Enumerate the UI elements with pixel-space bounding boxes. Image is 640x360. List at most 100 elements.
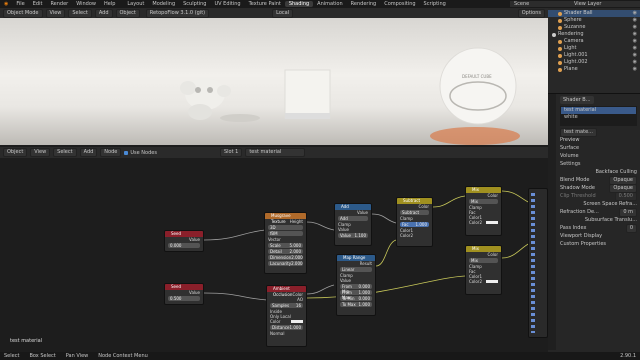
node-musgrave-scale[interactable]: Scale 5.000 [268,243,303,248]
node-subtract-fac[interactable]: Fac 1.000 [400,222,429,227]
clip-threshold-field[interactable]: 0.500 [614,191,637,201]
tab-sculpting[interactable]: Sculpting [179,1,210,7]
material-slot-item[interactable]: test material [561,107,636,114]
node-musgrave-lacunarity[interactable]: Lacunarity 2.000 [268,261,303,266]
viewport-menu-add[interactable]: Add [94,8,113,18]
node-mix-1[interactable]: Mix Color Mix Clamp Fac Color1 Color2 [465,186,502,236]
node-ao-color-swatch[interactable] [291,320,303,323]
subsurface-translucency-checkbox[interactable]: Subsurface Translu... [557,216,640,224]
node-maprange-from-max[interactable]: From Max 1.000 [340,290,372,300]
orientation-selector[interactable]: Local [272,8,294,18]
view-layer-selector[interactable]: View Layer [570,1,640,7]
viewport-menu-object[interactable]: Object [115,8,140,18]
tab-uv-editing[interactable]: UV Editing [210,1,244,7]
node-maprange-from-min[interactable]: From Min 0.000 [340,284,372,294]
node-menu-select[interactable]: Select [53,148,77,157]
visibility-eye-icon[interactable]: ◉ [633,66,640,73]
mode-selector[interactable]: Object Mode [3,8,43,18]
use-nodes-checkbox[interactable]: Use Nodes [124,150,157,156]
options-button[interactable]: Options [517,8,545,18]
properties-object-name[interactable]: Shader B... [560,96,594,104]
node-musgrave-type-select[interactable]: fBM [268,231,303,236]
tab-scripting[interactable]: Scripting [420,1,450,7]
tab-compositing[interactable]: Compositing [380,1,419,7]
viewport-menu-view[interactable]: View [45,8,66,18]
node-musgrave-dimension[interactable]: Dimension 2.000 [268,255,303,260]
node-seed2-value-field[interactable]: 0.500 [168,296,200,301]
outliner-item[interactable]: Shader Ball ◉ [548,10,640,17]
node-maprange-to-min[interactable]: To Min 0.000 [340,296,372,301]
tab-modeling[interactable]: Modeling [148,1,179,7]
outliner-item[interactable]: Light.001 ◉ [548,52,640,59]
node-subtract[interactable]: Subtract Color Subtract Clamp Fac 1.000 C… [396,197,433,247]
visibility-eye-icon[interactable]: ◉ [633,52,640,59]
node-mix1-color2-swatch[interactable] [486,221,498,224]
menu-render[interactable]: Render [46,1,72,7]
section-surface[interactable]: Surface [557,144,640,152]
node-seed[interactable]: Seed Value 0.000 [164,230,204,252]
visibility-eye-icon[interactable]: ◉ [633,45,640,52]
viewport-menu-select[interactable]: Select [68,8,92,18]
node-maprange-interp-select[interactable]: Linear [340,267,372,272]
node-add-value-field[interactable]: Value 1.100 [338,233,368,238]
visibility-eye-icon[interactable]: ◉ [633,10,640,17]
outliner-item[interactable]: Suzanne ◉ [548,24,640,31]
visibility-eye-icon[interactable]: ◉ [633,38,640,45]
menu-window[interactable]: Window [72,1,100,7]
tab-texture-paint[interactable]: Texture Paint [245,1,285,7]
visibility-eye-icon[interactable]: ◉ [633,24,640,31]
backface-culling-checkbox[interactable]: Backface Culling [557,168,640,176]
node-menu-add[interactable]: Add [79,148,98,157]
node-mix2-op-select[interactable]: Mix [469,258,498,263]
pass-index-field[interactable]: 0 [625,223,637,233]
node-seed-value-field[interactable]: 0.000 [168,243,200,248]
node-map-range[interactable]: Map Range Result Linear Clamp Value From… [336,254,376,316]
node-editor[interactable]: Seed Value 0.000 Seed Value 0.500 Musgra… [0,158,548,352]
outliner-item[interactable]: Rendering ◉ [548,31,640,38]
tab-rendering[interactable]: Rendering [347,1,381,7]
menu-file[interactable]: File [12,1,28,7]
visibility-eye-icon[interactable]: ◉ [633,59,640,66]
shader-type-selector[interactable]: Object [3,148,28,157]
node-ao-samples[interactable]: Samples 16 [270,303,303,308]
node-ambient-occlusion[interactable]: Ambient Occlusion Color AO Samples 16 Ins… [266,285,307,347]
outliner-item[interactable]: Plane ◉ [548,66,640,73]
tab-layout[interactable]: Layout [123,1,148,7]
blender-logo-icon[interactable]: ◉ [0,1,12,7]
node-menu-node[interactable]: Node [100,148,122,157]
node-mix2-color2-swatch[interactable] [486,280,498,283]
scene-selector[interactable]: Scene [510,1,570,7]
section-viewport-display[interactable]: Viewport Display [557,232,640,240]
node-subtract-op-select[interactable]: Subtract [400,210,429,215]
tab-shading[interactable]: Shading [284,1,314,7]
node-musgrave-texture[interactable]: Musgrave Texture Height 3D fBM Vector Sc… [264,212,307,274]
section-custom-properties[interactable]: Custom Properties [557,240,640,248]
slot-selector[interactable]: Slot 1 [219,148,243,157]
node-musgrave-dim-select[interactable]: 3D [268,225,303,230]
section-preview[interactable]: Preview [557,136,640,144]
outliner-item[interactable]: Light ◉ [548,45,640,52]
menu-edit[interactable]: Edit [29,1,47,7]
material-slot-item[interactable]: white [561,114,636,121]
outliner-item[interactable]: Camera ◉ [548,38,640,45]
node-mix1-op-select[interactable]: Mix [469,199,498,204]
addon-file-label[interactable]: RetopoFlow 3.1.0 (git) [145,8,210,18]
outliner-item[interactable]: Light.002 ◉ [548,59,640,66]
outliner-item[interactable]: Sphere ◉ [548,17,640,24]
tab-animation[interactable]: Animation [313,1,347,7]
node-menu-view[interactable]: View [30,148,51,157]
section-volume[interactable]: Volume [557,152,640,160]
3d-viewport[interactable]: DEFAULT CUBE [0,18,548,145]
node-add[interactable]: Add Value Add Clamp Value Value 1.100 [334,203,372,246]
menu-help[interactable]: Help [100,1,119,7]
visibility-eye-icon[interactable]: ◉ [633,17,640,24]
screen-space-refraction-checkbox[interactable]: Screen Space Refra... [557,200,640,208]
node-mix-2[interactable]: Mix Color Mix Clamp Fac Color1 Color2 [465,245,502,295]
node-maprange-to-max[interactable]: To Max 1.000 [340,302,372,307]
node-ao-distance[interactable]: Distance 1.000 [270,325,303,330]
node-add-op-select[interactable]: Add [338,216,368,221]
node-subtract-clamp[interactable]: Clamp [397,216,432,221]
node-seed-2[interactable]: Seed Value 0.500 [164,283,204,305]
node-musgrave-detail[interactable]: Detail 2.000 [268,249,303,254]
node-output-partial[interactable] [528,188,548,338]
